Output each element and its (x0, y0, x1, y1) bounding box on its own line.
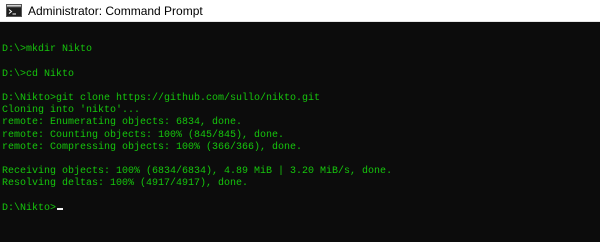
console-line: Resolving deltas: 100% (4917/4917), done… (2, 178, 249, 190)
console-line: remote: Compressing objects: 100% (366/3… (2, 141, 303, 153)
window-title: Administrator: Command Prompt (28, 3, 203, 18)
console-line: Cloning into 'nikto'... (2, 105, 141, 117)
prompt-line[interactable]: D:\Nikto> (2, 203, 600, 215)
console-line: remote: Enumerating objects: 6834, done. (2, 117, 243, 129)
console-line: D:\Nikto>git clone https://github.com/su… (2, 92, 321, 104)
cmd-icon (6, 4, 22, 17)
console-line: D:\>mkdir Nikto (2, 44, 93, 56)
console-line: Receiving objects: 100% (6834/6834), 4.8… (2, 166, 393, 178)
title-bar[interactable]: Administrator: Command Prompt (0, 0, 600, 22)
console-output[interactable]: D:\>mkdir Nikto D:\>cd Nikto D:\Nikto>gi… (0, 22, 600, 242)
console-line: D:\>cd Nikto (2, 68, 75, 80)
text-cursor (57, 207, 64, 210)
command-prompt-window: Administrator: Command Prompt D:\>mkdir … (0, 0, 600, 242)
console-line: remote: Counting objects: 100% (845/845)… (2, 129, 285, 141)
prompt-text: D:\Nikto> (2, 202, 57, 214)
